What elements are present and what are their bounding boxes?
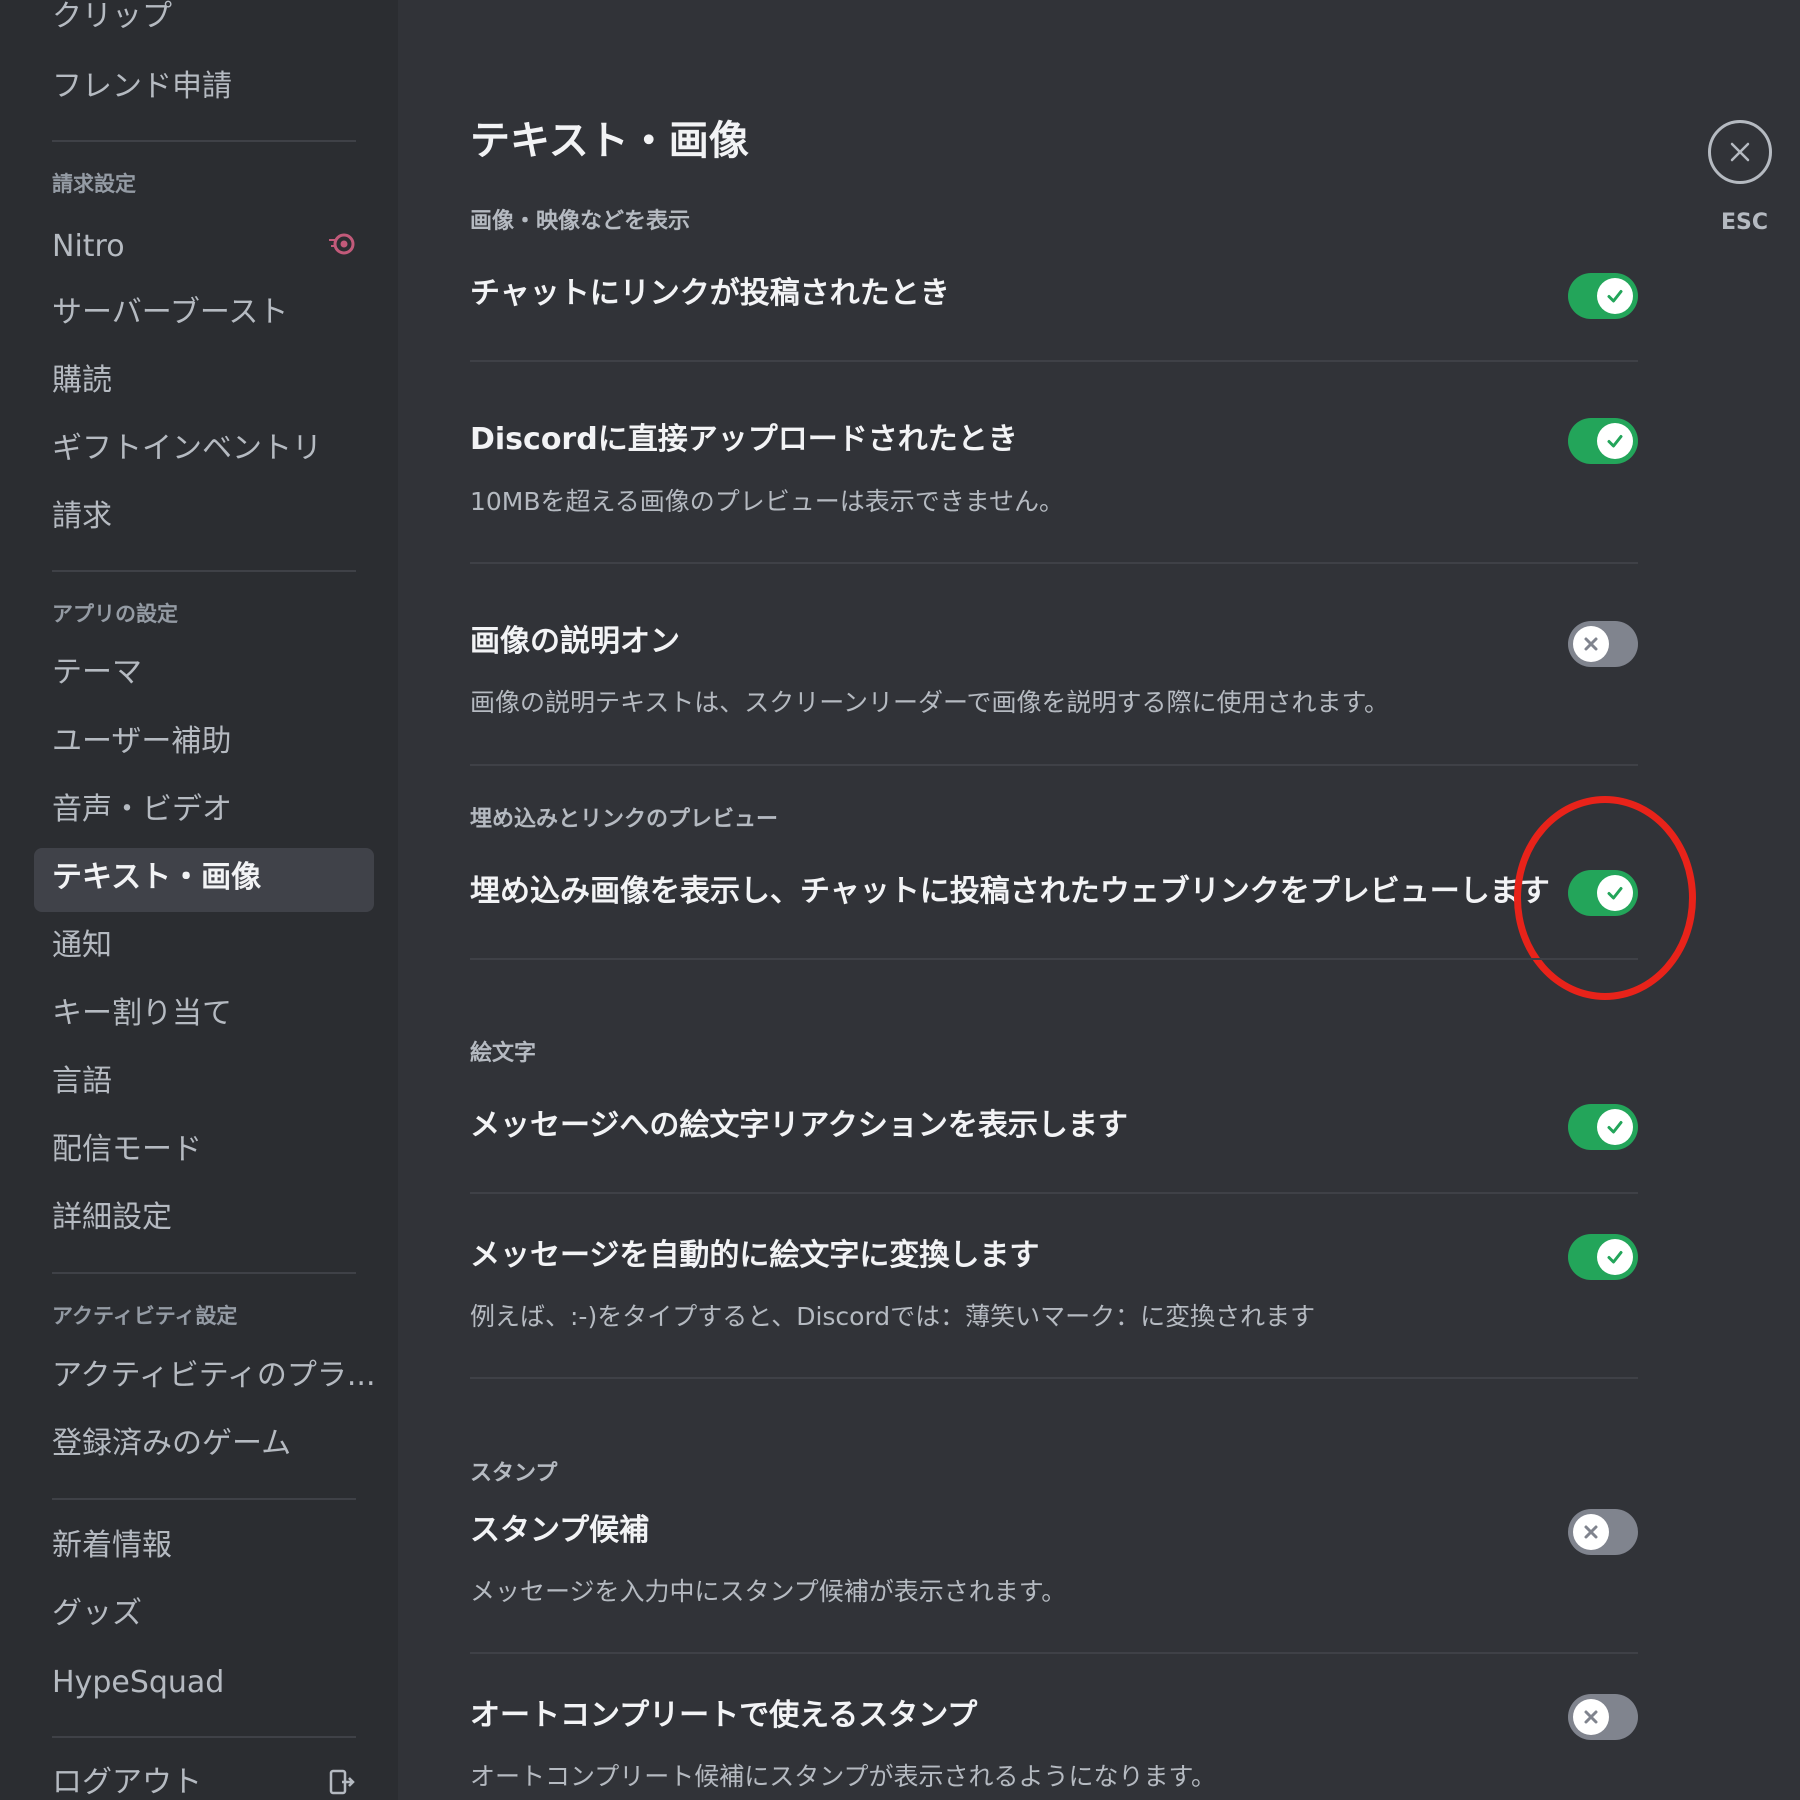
x-icon (1573, 1514, 1609, 1550)
sidebar-item-logout[interactable]: ログアウト (52, 1768, 202, 1798)
setting-title: Discordに直接アップロードされたとき (470, 422, 1018, 457)
sidebar-divider (52, 1272, 356, 1274)
x-icon (1573, 626, 1609, 662)
setting-description: 10MBを超える画像のプレビューは表示できません。 (470, 487, 1065, 516)
row-divider (470, 1652, 1638, 1654)
sidebar-item-voice-video[interactable]: 音声・ビデオ (52, 795, 232, 825)
nitro-badge-icon (329, 233, 355, 255)
sidebar-item-whats-new[interactable]: 新着情報 (52, 1531, 172, 1561)
sidebar-item-billing[interactable]: 請求 (52, 502, 112, 532)
page-title: テキスト・画像 (470, 118, 749, 164)
sidebar-divider (52, 1498, 356, 1500)
sidebar-item-theme[interactable]: テーマ (52, 658, 142, 688)
section-header-media: 画像・映像などを表示 (470, 209, 691, 234)
toggle-sticker-suggestions[interactable] (1568, 1509, 1638, 1555)
sidebar-item-clips[interactable]: クリップ (52, 2, 172, 32)
setting-title: スタンプ候補 (470, 1513, 650, 1548)
sidebar-divider (52, 140, 356, 142)
row-divider (470, 360, 1638, 362)
row-divider (470, 764, 1638, 766)
toggle-uploads-preview[interactable] (1568, 418, 1638, 464)
x-icon (1573, 1699, 1609, 1735)
toggle-auto-emoji[interactable] (1568, 1234, 1638, 1280)
esc-label: ESC (1721, 210, 1769, 235)
setting-description: オートコンプリート候補にスタンプが表示されるようになります。 (470, 1762, 1217, 1791)
sidebar-item-keybinds[interactable]: キー割り当て (52, 999, 232, 1029)
setting-title: メッセージを自動的に絵文字に変換します (470, 1238, 1040, 1273)
settings-sidebar: クリップ フレンド申請 請求設定 Nitro サーバーブースト 購読 ギフトイン… (0, 0, 398, 1800)
setting-title: 画像の説明オン (470, 624, 680, 659)
toggle-autocomplete-stickers[interactable] (1568, 1694, 1638, 1740)
sidebar-header-app-settings: アプリの設定 (52, 602, 178, 626)
setting-title: メッセージへの絵文字リアクションを表示します (470, 1108, 1128, 1143)
sidebar-divider (52, 570, 356, 572)
sidebar-item-subscriptions[interactable]: 購読 (52, 366, 112, 396)
section-header-embeds: 埋め込みとリンクのプレビュー (470, 807, 779, 832)
check-icon (1597, 1239, 1633, 1275)
sidebar-item-friend-requests[interactable]: フレンド申請 (52, 72, 232, 102)
section-header-stickers: スタンプ (470, 1461, 558, 1486)
setting-description: 画像の説明テキストは、スクリーンリーダーで画像を説明する際に使用されます。 (470, 688, 1390, 717)
sidebar-item-advanced[interactable]: 詳細設定 (52, 1203, 172, 1233)
close-icon (1730, 142, 1750, 162)
section-header-emoji: 絵文字 (470, 1041, 537, 1066)
check-icon (1597, 278, 1633, 314)
sidebar-item-streamer-mode[interactable]: 配信モード (52, 1135, 202, 1165)
setting-description: 例えば、:-)をタイプすると、Discordでは：薄笑いマーク：に変換されます (470, 1302, 1316, 1331)
row-divider (470, 562, 1638, 564)
sidebar-divider (52, 1736, 356, 1738)
toggle-image-descriptions[interactable] (1568, 621, 1638, 667)
logout-icon[interactable] (328, 1768, 356, 1796)
sidebar-header-activity: アクティビティ設定 (52, 1304, 238, 1328)
sidebar-item-merch[interactable]: グッズ (52, 1599, 142, 1629)
sidebar-header-billing: 請求設定 (52, 172, 136, 196)
toggle-link-previews[interactable] (1568, 273, 1638, 319)
check-icon (1597, 423, 1633, 459)
toggle-embeds[interactable] (1568, 870, 1638, 916)
sidebar-item-text-images[interactable]: テキスト・画像 (52, 863, 261, 893)
check-icon (1597, 1109, 1633, 1145)
sidebar-item-hypesquad[interactable]: HypeSquad (52, 1668, 224, 1698)
sidebar-item-language[interactable]: 言語 (52, 1067, 112, 1097)
sidebar-item-activity-privacy[interactable]: アクティビティのプラ... (52, 1361, 376, 1391)
toggle-emoji-reactions[interactable] (1568, 1104, 1638, 1150)
sidebar-item-gift-inventory[interactable]: ギフトインベントリ (52, 434, 322, 464)
close-button[interactable] (1708, 120, 1772, 184)
setting-title: チャットにリンクが投稿されたとき (470, 276, 950, 311)
setting-title: オートコンプリートで使えるスタンプ (470, 1698, 978, 1733)
sidebar-item-accessibility[interactable]: ユーザー補助 (52, 727, 231, 757)
sidebar-item-server-boost[interactable]: サーバーブースト (52, 298, 288, 328)
row-divider (470, 1377, 1638, 1379)
row-divider (470, 958, 1638, 960)
setting-title: 埋め込み画像を表示し、チャットに投稿されたウェブリンクをプレビューします (470, 874, 1550, 909)
sidebar-item-nitro[interactable]: Nitro (52, 232, 125, 262)
setting-description: メッセージを入力中にスタンプ候補が表示されます。 (470, 1577, 1067, 1606)
check-icon (1597, 875, 1633, 911)
sidebar-item-registered-games[interactable]: 登録済みのゲーム (52, 1429, 291, 1459)
row-divider (470, 1192, 1638, 1194)
sidebar-item-notifications[interactable]: 通知 (52, 931, 112, 961)
